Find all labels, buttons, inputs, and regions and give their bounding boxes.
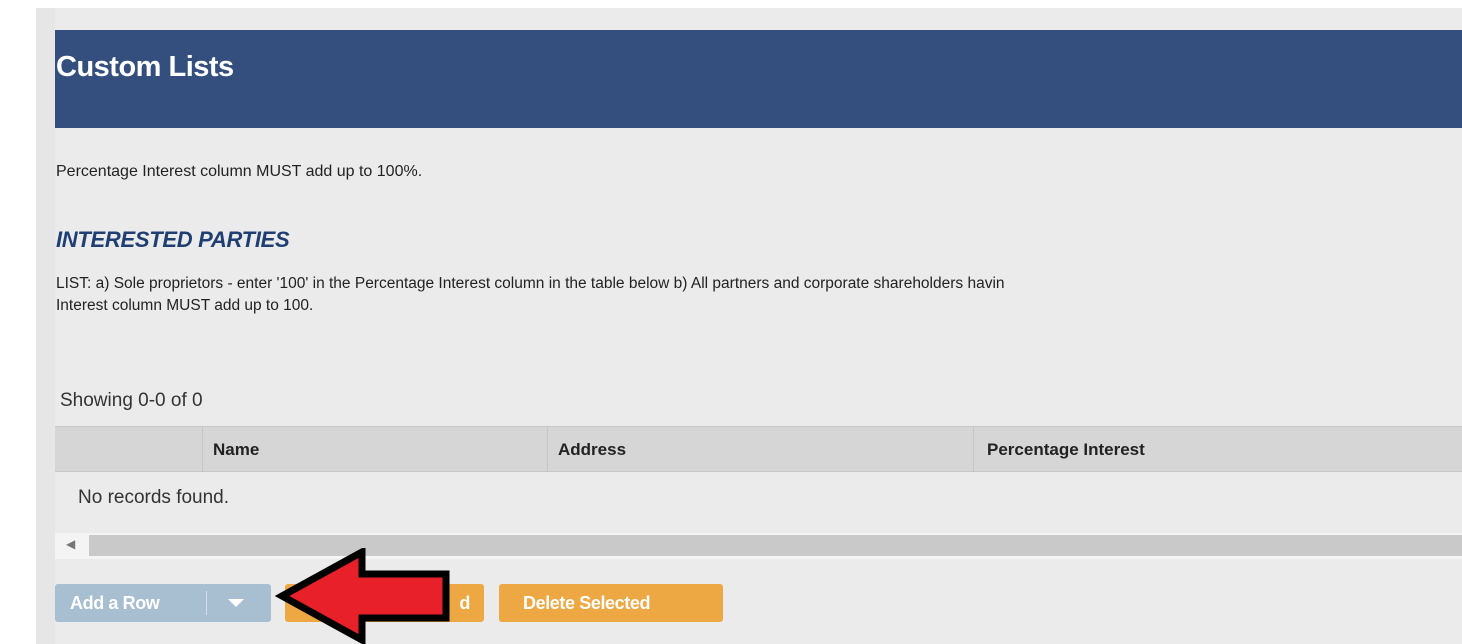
- column-header-address[interactable]: Address: [558, 440, 626, 460]
- add-row-button[interactable]: Add a Row: [70, 593, 160, 614]
- red-arrow-icon: [274, 548, 450, 644]
- section-title: INTERESTED PARTIES: [56, 227, 290, 252]
- record-count: Showing 0-0 of 0: [60, 390, 203, 411]
- column-header-name[interactable]: Name: [213, 440, 259, 460]
- section-description-line-1: LIST: a) Sole proprietors - enter '100' …: [56, 275, 1005, 292]
- page-top-margin: [0, 0, 1462, 8]
- table-header: Name Address Percentage Interest: [55, 426, 1462, 472]
- add-row-split-button[interactable]: Add a Row: [55, 584, 271, 622]
- header-bar: [55, 30, 1462, 128]
- section-description: LIST: a) Sole proprietors - enter '100' …: [56, 273, 1462, 317]
- page-title: Custom Lists: [56, 51, 234, 83]
- empty-table-message: No records found.: [78, 487, 230, 508]
- scroll-left-icon[interactable]: ◀: [66, 537, 75, 551]
- chevron-down-icon[interactable]: [228, 599, 244, 607]
- column-divider: [547, 427, 548, 471]
- split-button-divider: [206, 591, 207, 615]
- column-divider: [202, 427, 203, 471]
- delete-selected-button[interactable]: Delete Selected: [499, 584, 723, 622]
- percentage-note: Percentage Interest column MUST add up t…: [56, 163, 423, 180]
- delete-selected-label: Delete Selected: [523, 593, 651, 613]
- section-description-line-2: Interest column MUST add up to 100.: [56, 297, 314, 314]
- page-left-margin: [0, 0, 36, 644]
- column-divider: [973, 427, 974, 471]
- column-header-percentage-interest[interactable]: Percentage Interest: [987, 440, 1145, 460]
